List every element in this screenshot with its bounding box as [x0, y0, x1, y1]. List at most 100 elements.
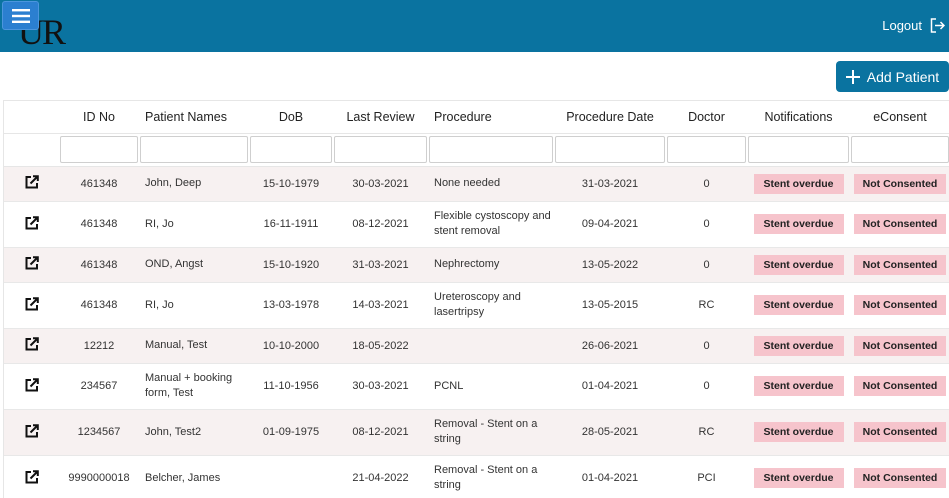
cell-procedure-date: 28-05-2021	[554, 409, 666, 456]
col-header-id[interactable]: ID No	[59, 101, 139, 134]
cell-doctor: RC	[666, 409, 747, 456]
cell-dob: 11-10-1956	[249, 363, 333, 410]
col-header-econsent[interactable]: eConsent	[850, 101, 949, 134]
cell-procedure-date: 31-03-2021	[554, 166, 666, 202]
filter-row	[4, 133, 949, 167]
cell-procedure-date: 13-05-2022	[554, 247, 666, 283]
cell-patient-name: RI, Jo	[139, 282, 249, 329]
table-row[interactable]: 234567 Manual + booking form, Test 11-10-1…	[4, 363, 949, 410]
add-patient-button[interactable]: Add Patient	[836, 61, 949, 92]
filter-procedure-input[interactable]	[429, 136, 553, 163]
cell-procedure-date: 13-05-2015	[554, 282, 666, 329]
col-header-doctor[interactable]: Doctor	[666, 101, 747, 134]
cell-dob: 16-11-1911	[249, 201, 333, 248]
col-header-last-review[interactable]: Last Review	[333, 101, 428, 134]
cell-doctor: 0	[666, 166, 747, 202]
filter-procedure-date-input[interactable]	[555, 136, 665, 163]
table-row[interactable]: 12212 Manual, Test 10-10-2000 18-05-2022 26-…	[4, 328, 949, 364]
open-record-icon[interactable]	[25, 337, 39, 354]
table-row[interactable]: 461348 John, Deep 15-10-1979 30-03-2021 None…	[4, 166, 949, 202]
hamburger-icon	[11, 8, 30, 23]
cell-last-review: 14-03-2021	[333, 282, 428, 329]
col-header-dob[interactable]: DoB	[249, 101, 333, 134]
open-record-icon[interactable]	[25, 256, 39, 273]
cell-id: 1234567	[59, 409, 139, 456]
consent-badge: Not Consented	[854, 335, 946, 356]
cell-patient-name: Belcher, James	[139, 455, 249, 498]
notification-badge: Stent overdue	[753, 422, 844, 442]
notification-badge: Stent overdue	[753, 214, 844, 234]
cell-id: 9990000018	[59, 455, 139, 498]
plus-icon	[845, 69, 860, 84]
consent-badge: Not Consented	[854, 376, 946, 396]
notification-badge: Stent overdue	[753, 254, 844, 275]
cell-doctor: 0	[666, 363, 747, 410]
logout-button[interactable]: Logout	[882, 18, 945, 33]
cell-procedure-date: 01-04-2021	[554, 363, 666, 410]
filter-econsent-input[interactable]	[851, 136, 949, 163]
cell-doctor: PCI	[666, 455, 747, 498]
open-record-icon[interactable]	[25, 377, 39, 395]
cell-last-review: 08-12-2021	[333, 201, 428, 248]
cell-procedure: Ureteroscopy and lasertripsy	[428, 282, 554, 329]
patients-table: ID No Patient Names DoB Last Review Proc…	[3, 100, 949, 498]
cell-procedure: PCNL	[428, 363, 554, 410]
cell-dob: 10-10-2000	[249, 328, 333, 364]
col-header-patient-names[interactable]: Patient Names	[139, 101, 249, 134]
cell-dob: 15-10-1979	[249, 166, 333, 202]
notification-badge: Stent overdue	[753, 173, 844, 194]
cell-patient-name: John, Deep	[139, 166, 249, 202]
cell-last-review: 31-03-2021	[333, 247, 428, 283]
filter-dob-input[interactable]	[250, 136, 332, 163]
consent-badge: Not Consented	[854, 254, 946, 275]
table-row[interactable]: 461348 RI, Jo 16-11-1911 08-12-2021 Flexible…	[4, 201, 949, 248]
top-nav-bar: UR Logout	[0, 0, 949, 52]
cell-procedure: Removal - Stent on a string	[428, 409, 554, 456]
cell-patient-name: OND, Angst	[139, 247, 249, 283]
cell-last-review: 30-03-2021	[333, 363, 428, 410]
cell-procedure	[428, 328, 554, 364]
table-row[interactable]: 461348 OND, Angst 15-10-1920 31-03-2021 Neph…	[4, 247, 949, 283]
consent-badge: Not Consented	[854, 295, 946, 315]
cell-patient-name: Manual, Test	[139, 328, 249, 364]
cell-id: 461348	[59, 247, 139, 283]
consent-badge: Not Consented	[854, 422, 946, 442]
cell-dob: 01-09-1975	[249, 409, 333, 456]
table-row[interactable]: 461348 RI, Jo 13-03-1978 14-03-2021 Ureteros…	[4, 282, 949, 329]
table-row[interactable]: 1234567 John, Test2 01-09-1975 08-12-2021 Re…	[4, 409, 949, 456]
cell-patient-name: RI, Jo	[139, 201, 249, 248]
cell-id: 461348	[59, 282, 139, 329]
filter-notifications-input[interactable]	[748, 136, 849, 163]
cell-patient-name: Manual + booking form, Test	[139, 363, 249, 410]
cell-id: 234567	[59, 363, 139, 410]
table-header-row: ID No Patient Names DoB Last Review Proc…	[4, 101, 949, 134]
open-record-icon[interactable]	[25, 215, 39, 233]
table-row[interactable]: 9990000018 Belcher, James 21-04-2022 Remova…	[4, 455, 949, 498]
open-record-icon[interactable]	[25, 296, 39, 314]
notification-badge: Stent overdue	[753, 376, 844, 396]
open-record-icon[interactable]	[25, 175, 39, 192]
cell-doctor: RC	[666, 282, 747, 329]
cell-last-review: 08-12-2021	[333, 409, 428, 456]
filter-id-input[interactable]	[60, 136, 138, 163]
col-header-notifications[interactable]: Notifications	[747, 101, 850, 134]
cell-procedure: Flexible cystoscopy and stent removal	[428, 201, 554, 248]
filter-doctor-input[interactable]	[667, 136, 746, 163]
add-patient-label: Add Patient	[866, 68, 940, 85]
open-record-icon[interactable]	[25, 423, 39, 441]
cell-id: 461348	[59, 201, 139, 248]
cell-doctor: 0	[666, 201, 747, 248]
open-record-icon[interactable]	[25, 469, 39, 487]
cell-procedure: None needed	[428, 166, 554, 202]
cell-dob: 15-10-1920	[249, 247, 333, 283]
hamburger-menu-button[interactable]	[2, 1, 39, 30]
cell-id: 461348	[59, 166, 139, 202]
col-header-procedure-date[interactable]: Procedure Date	[554, 101, 666, 134]
filter-patient-names-input[interactable]	[140, 136, 248, 163]
notification-badge: Stent overdue	[753, 335, 844, 356]
filter-last-review-input[interactable]	[334, 136, 427, 163]
col-header-procedure[interactable]: Procedure	[428, 101, 554, 134]
consent-badge: Not Consented	[854, 173, 946, 194]
cell-last-review: 30-03-2021	[333, 166, 428, 202]
cell-doctor: 0	[666, 247, 747, 283]
